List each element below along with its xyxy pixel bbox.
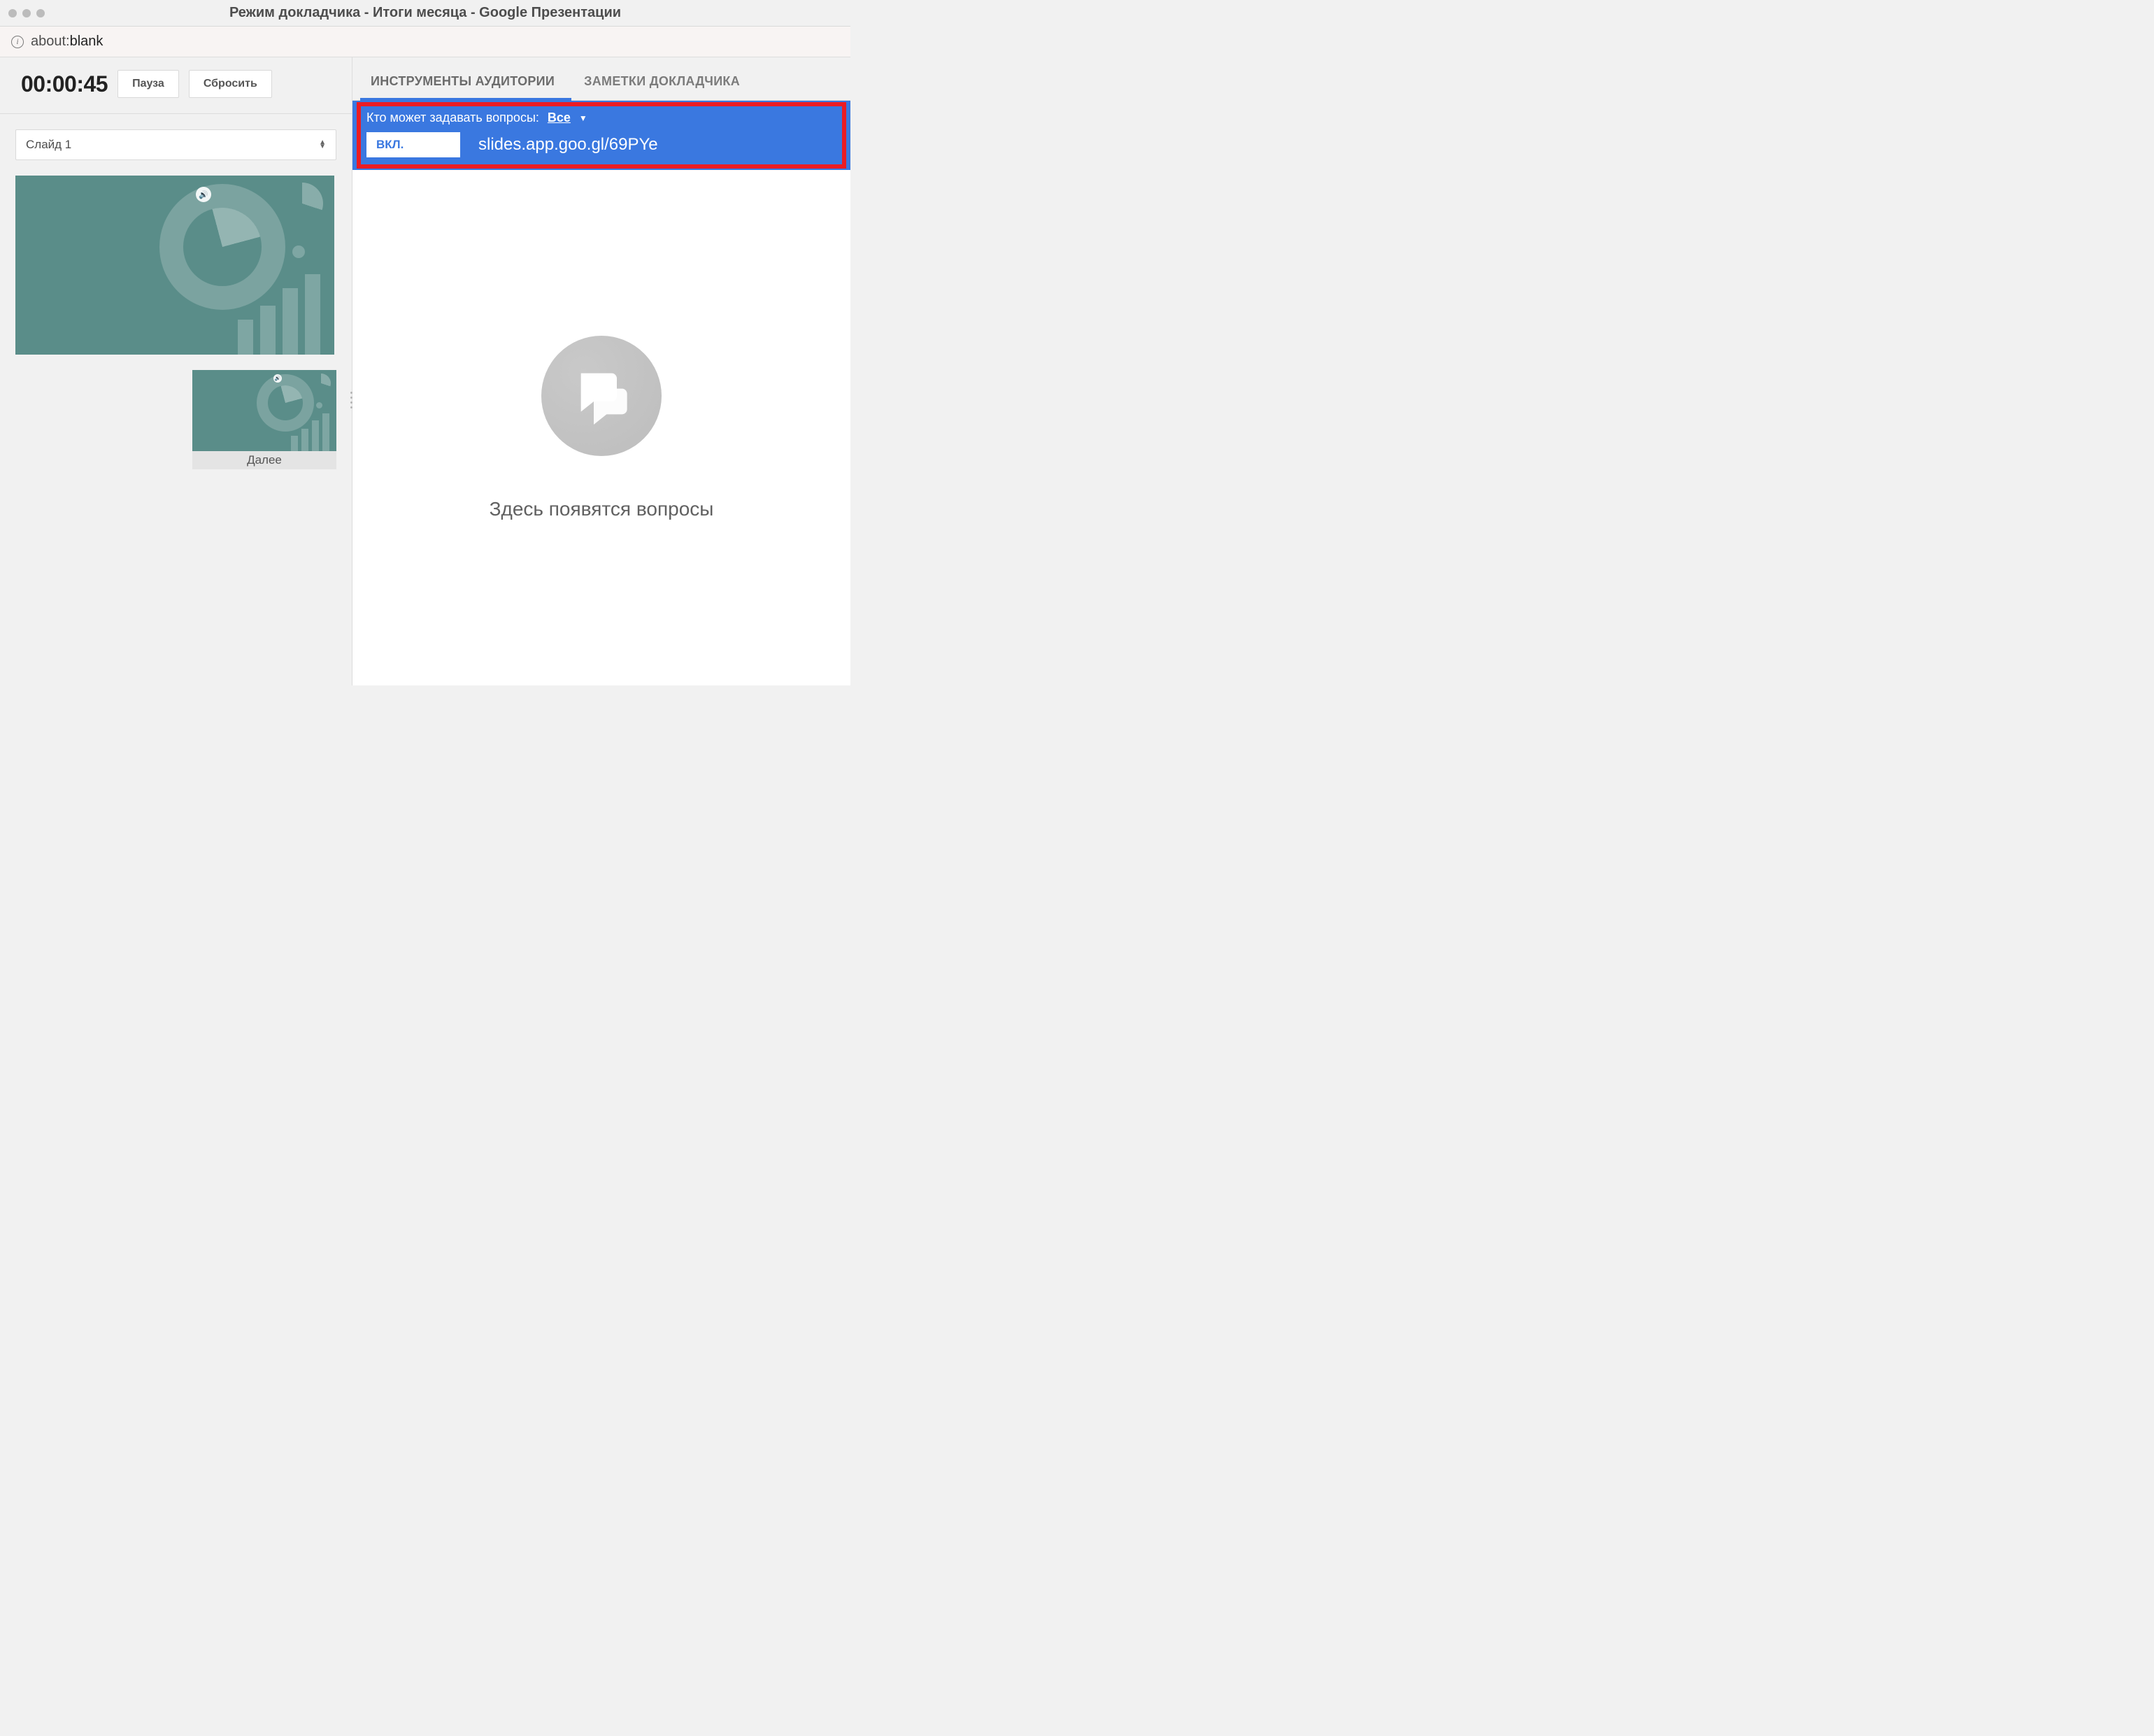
next-slide-section: 🔊 Далее [0,370,352,469]
slide-selector-dropdown[interactable]: Слайд 1 ▲▼ [15,129,336,160]
reset-button[interactable]: Сбросить [189,70,272,98]
minimize-window-icon[interactable] [22,9,31,17]
timer-row: 00:00:45 Пауза Сбросить [0,57,352,114]
qa-who-label: Кто может задавать вопросы: [366,111,539,125]
pause-button[interactable]: Пауза [117,70,179,98]
audio-icon: 🔊 [273,374,282,383]
url-text: about:blank [31,34,103,50]
qa-banner: Кто может задавать вопросы: Все ▼ ВКЛ. s… [352,101,850,170]
window-controls[interactable] [8,9,45,17]
questions-empty-state: Здесь появятся вопросы [352,170,850,685]
accepting-questions-toggle[interactable]: ВКЛ. [366,132,460,157]
window-titlebar: Режим докладчика - Итоги месяца - Google… [0,0,850,27]
chat-icon [541,336,662,456]
timer-value: 00:00:45 [21,71,108,97]
chevron-down-icon[interactable]: ▼ [579,113,587,123]
audio-icon: 🔊 [196,187,211,202]
panel-resize-handle[interactable] [348,392,354,408]
tab-audience-tools[interactable]: ИНСТРУМЕНТЫ АУДИТОРИИ [371,74,555,89]
tabs-bar: ИНСТРУМЕНТЫ АУДИТОРИИ ЗАМЕТКИ ДОКЛАДЧИКА [352,57,850,101]
qa-short-url[interactable]: slides.app.goo.gl/69PYe [478,135,658,155]
toggle-on-label: ВКЛ. [366,138,404,152]
updown-icon: ▲▼ [319,141,326,149]
address-bar[interactable]: i about:blank [0,27,850,57]
presenter-left-panel: 00:00:45 Пауза Сбросить Слайд 1 ▲▼ 🔊 [0,57,352,685]
url-scheme: about: [31,34,70,49]
slide-selector-label: Слайд 1 [26,138,71,152]
window-title: Режим докладчика - Итоги месяца - Google… [0,5,850,21]
presenter-right-panel: ИНСТРУМЕНТЫ АУДИТОРИИ ЗАМЕТКИ ДОКЛАДЧИКА… [352,57,850,685]
tab-speaker-notes[interactable]: ЗАМЕТКИ ДОКЛАДЧИКА [584,74,740,89]
next-slide-label: Далее [192,451,336,469]
current-slide-preview[interactable]: 🔊 [15,176,334,355]
url-path: blank [70,34,104,49]
qa-audience-dropdown[interactable]: Все [548,111,571,125]
questions-empty-text: Здесь появятся вопросы [490,498,714,520]
qa-audience-value: Все [548,111,571,124]
close-window-icon[interactable] [8,9,17,17]
site-info-icon[interactable]: i [11,36,24,48]
next-slide-preview[interactable]: 🔊 [192,370,336,451]
maximize-window-icon[interactable] [36,9,45,17]
